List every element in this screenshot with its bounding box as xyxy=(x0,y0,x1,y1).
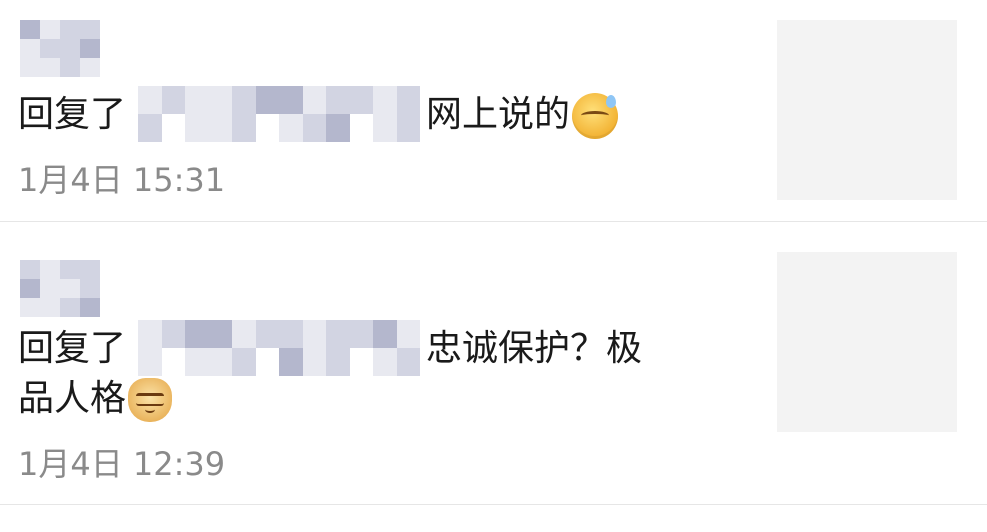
reply-message: 网上说的 xyxy=(426,94,571,135)
mosaic-cell xyxy=(60,260,80,279)
reply-message-line2: 品人格 xyxy=(18,378,127,419)
mosaic-cell xyxy=(373,348,397,376)
blurred-username[interactable] xyxy=(20,20,100,77)
notification-item[interactable]: 回复了 网上说的 1月4日 15:31 xyxy=(0,0,987,222)
mosaic-cell xyxy=(20,260,40,279)
mosaic-cell xyxy=(349,320,373,348)
mosaic-cell xyxy=(326,320,350,348)
mosaic-cell xyxy=(349,86,373,114)
blurred-mention xyxy=(138,320,420,376)
mosaic-cell xyxy=(60,298,80,317)
mosaic-cell xyxy=(373,320,397,348)
post-thumbnail[interactable] xyxy=(777,252,957,432)
mosaic-cell xyxy=(208,348,232,376)
mosaic-cell xyxy=(279,86,303,114)
notification-timestamp: 1月4日 15:31 xyxy=(18,161,226,199)
mosaic-cell xyxy=(302,348,326,376)
mosaic-cell xyxy=(396,114,420,142)
mosaic-cell xyxy=(326,114,350,142)
notification-item[interactable]: 回复了 忠诚保护？极 品人格 1月4日 12:39 xyxy=(0,222,987,505)
mosaic-cell xyxy=(20,58,40,77)
mosaic-cell xyxy=(138,114,162,142)
mosaic-cell xyxy=(40,58,60,77)
mosaic-cell xyxy=(302,320,326,348)
reply-text-continued: 品人格 xyxy=(18,374,173,424)
notification-feed: 回复了 网上说的 1月4日 15:31 回复了 忠诚保护？极 品人格 1月4日 12… xyxy=(0,0,987,532)
reply-message: 忠诚保护？极 xyxy=(426,328,643,369)
mosaic-cell xyxy=(279,348,303,376)
mosaic-cell xyxy=(279,320,303,348)
blurred-mention xyxy=(138,86,420,142)
reply-prefix: 回复了 xyxy=(18,328,127,369)
mosaic-cell xyxy=(255,320,279,348)
doge-emoji-icon xyxy=(128,378,173,422)
divider xyxy=(0,504,987,505)
mosaic-cell xyxy=(302,86,326,114)
notification-timestamp: 1月4日 12:39 xyxy=(18,445,226,483)
mosaic-cell xyxy=(138,348,162,376)
mosaic-cell xyxy=(302,114,326,142)
mosaic-cell xyxy=(326,86,350,114)
mosaic-cell xyxy=(60,58,80,77)
mosaic-cell xyxy=(185,114,209,142)
mosaic-cell xyxy=(161,114,185,142)
mosaic-cell xyxy=(80,260,100,279)
mosaic-cell xyxy=(208,114,232,142)
mosaic-cell xyxy=(255,86,279,114)
mosaic-cell xyxy=(138,320,162,348)
reply-prefix: 回复了 xyxy=(18,94,127,135)
mosaic-cell xyxy=(80,279,100,298)
mosaic-cell xyxy=(396,320,420,348)
mosaic-cell xyxy=(208,320,232,348)
mosaic-cell xyxy=(161,348,185,376)
mosaic-cell xyxy=(396,348,420,376)
sweat-smile-emoji-icon xyxy=(572,93,619,139)
mosaic-cell xyxy=(40,279,60,298)
mosaic-cell xyxy=(40,20,60,39)
mosaic-cell xyxy=(232,86,256,114)
mosaic-cell xyxy=(20,298,40,317)
mosaic-cell xyxy=(232,114,256,142)
mosaic-cell xyxy=(40,298,60,317)
mosaic-cell xyxy=(373,114,397,142)
mosaic-cell xyxy=(80,298,100,317)
mosaic-cell xyxy=(80,20,100,39)
mosaic-cell xyxy=(60,20,80,39)
mosaic-cell xyxy=(60,39,80,58)
mosaic-cell xyxy=(208,86,232,114)
mosaic-cell xyxy=(185,86,209,114)
mosaic-cell xyxy=(279,114,303,142)
post-thumbnail[interactable] xyxy=(777,20,957,200)
mosaic-cell xyxy=(161,86,185,114)
mosaic-cell xyxy=(80,58,100,77)
mosaic-cell xyxy=(232,320,256,348)
mosaic-cell xyxy=(349,348,373,376)
mosaic-cell xyxy=(326,348,350,376)
mosaic-cell xyxy=(60,279,80,298)
mosaic-cell xyxy=(20,279,40,298)
mosaic-cell xyxy=(232,348,256,376)
mosaic-cell xyxy=(40,260,60,279)
mosaic-cell xyxy=(255,114,279,142)
mosaic-cell xyxy=(161,320,185,348)
mosaic-cell xyxy=(185,348,209,376)
mosaic-cell xyxy=(138,86,162,114)
mosaic-cell xyxy=(80,39,100,58)
mosaic-cell xyxy=(396,86,420,114)
mosaic-cell xyxy=(373,86,397,114)
mosaic-cell xyxy=(349,114,373,142)
mosaic-cell xyxy=(255,348,279,376)
mosaic-cell xyxy=(185,320,209,348)
mosaic-cell xyxy=(40,39,60,58)
mosaic-cell xyxy=(20,39,40,58)
mosaic-cell xyxy=(20,20,40,39)
blurred-username[interactable] xyxy=(20,260,100,317)
